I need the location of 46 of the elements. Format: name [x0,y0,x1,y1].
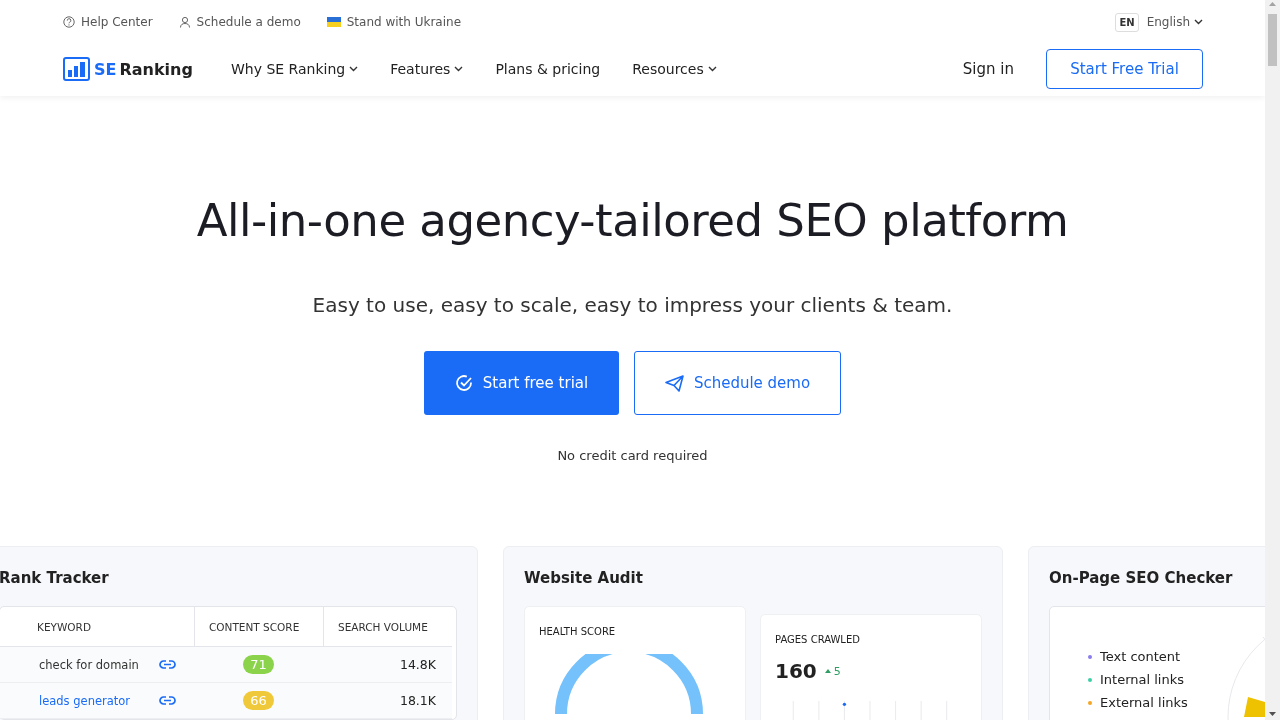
score-badge: 71 [243,655,274,674]
up-triangle-icon [824,669,831,673]
legend-label: Internal links [1100,672,1184,687]
chevron-down-icon [1194,19,1203,25]
flag-icon [326,17,341,27]
score-badge: 66 [243,691,274,710]
legend-label: External links [1100,695,1188,710]
bar-chart-logo-icon [63,57,90,81]
sign-in-link[interactable]: Sign in [962,60,1014,78]
nav-item[interactable]: Features [390,61,464,77]
scrollbar-thumb[interactable] [1268,14,1277,66]
scroll-down-arrow-icon[interactable] [1269,712,1276,716]
logo[interactable]: SE Ranking [63,57,193,81]
scrollbar[interactable] [1265,0,1280,720]
nav-item[interactable]: Why SE Ranking [230,61,359,77]
hero-title: All-in-one agency-tailored SEO platform [196,194,1069,247]
paper-plane-icon [664,374,684,392]
nav-item[interactable]: Plans & pricing [495,61,601,77]
pages-delta: 5 [824,664,841,678]
link-icon[interactable] [159,660,176,669]
language-code: EN [1115,12,1139,32]
no-credit-card-note: No credit card required [557,448,708,463]
schedule-demo-button[interactable]: Schedule demo [634,351,841,415]
legend-label: Text content [1100,649,1181,664]
card-title: Rank Tracker [0,569,110,587]
pages-count: 160 [775,659,817,683]
language-selector[interactable]: English [1146,15,1203,29]
start-free-trial-button[interactable]: Start free trial [424,351,619,415]
user-icon [178,16,191,28]
card-title: Website Audit [524,569,644,587]
table-cell: 14.8K [323,647,452,683]
table-cell: 18.1K [323,683,452,719]
link-icon[interactable] [159,696,176,705]
keyword-text[interactable]: check for domain [39,657,139,672]
check-circle-icon [454,374,473,392]
nav-item[interactable]: Resources [632,61,717,77]
top-link[interactable]: Schedule a demo [178,15,301,29]
help-icon [63,16,75,28]
top-link[interactable]: Stand with Ukraine [326,15,462,29]
card-title: On-Page SEO Checker [1049,569,1234,587]
keyword-text[interactable]: leads generator [39,693,131,708]
start-trial-button[interactable]: Start Free Trial [1046,49,1203,89]
hero-subtitle: Easy to use, easy to scale, easy to impress your clients & team. [312,293,953,317]
panel-label: HEALTH SCORE [539,626,617,637]
top-link[interactable]: Help Center [63,15,153,29]
panel-label: PAGES CRAWLED [775,634,861,645]
